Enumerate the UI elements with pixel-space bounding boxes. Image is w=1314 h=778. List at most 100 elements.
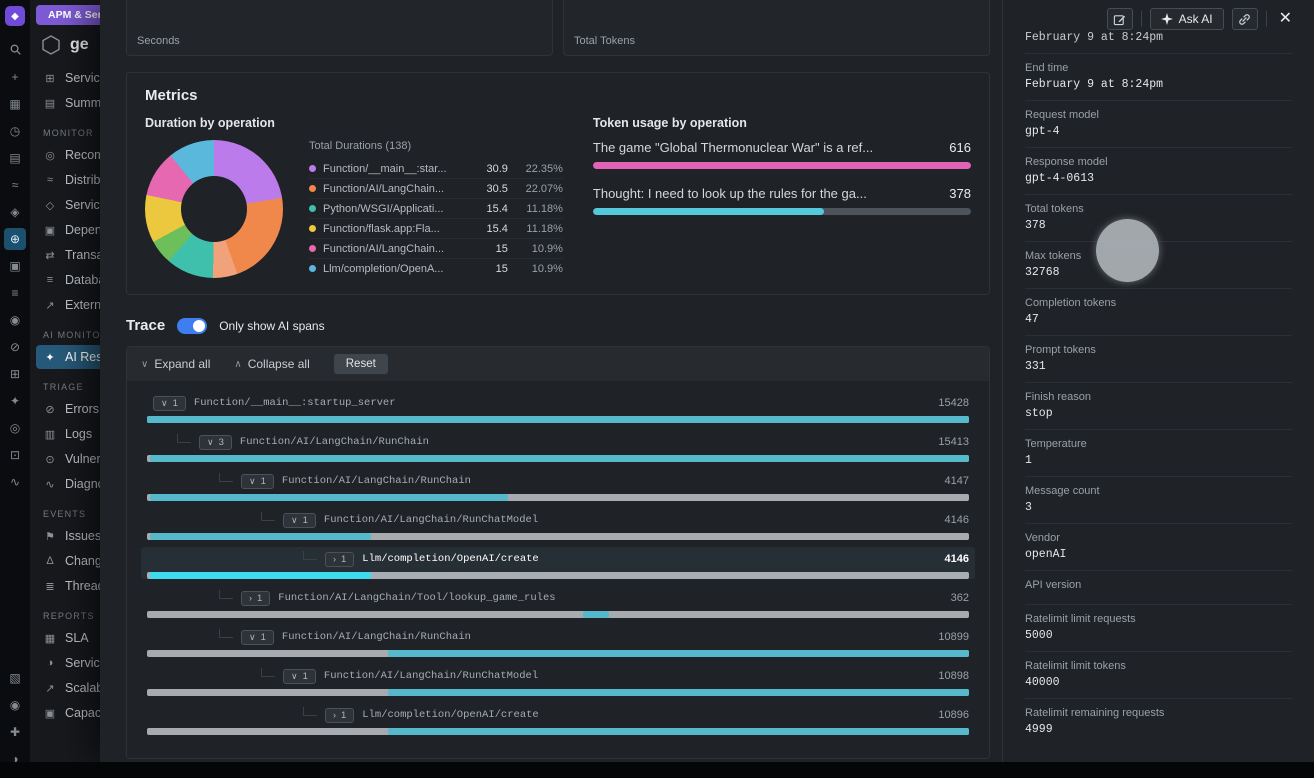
span-timeline <box>147 650 969 657</box>
apps-grid-icon[interactable]: ▦ <box>4 93 26 115</box>
trace-title: Trace <box>126 317 165 334</box>
sidebar-item-label: Logs <box>65 427 92 441</box>
legend-percent: 22.35% <box>515 163 563 175</box>
token-usage-bar-fill <box>593 162 971 169</box>
sidebar-item-label: Thread <box>65 579 105 593</box>
sidebar-item-label: SLA <box>65 631 89 645</box>
chevron-icon: ∨ <box>249 476 256 487</box>
ask-ai-button[interactable]: Ask AI <box>1150 8 1224 30</box>
legend-percent: 10.9% <box>515 243 563 255</box>
docs-icon[interactable]: ▣ <box>4 255 26 277</box>
span-expand-chip[interactable]: › 1 <box>325 552 354 567</box>
explorer-icon[interactable]: ⊕ <box>4 228 26 250</box>
dashboards-icon[interactable]: ▤ <box>4 147 26 169</box>
alerts-icon[interactable]: ◈ <box>4 201 26 223</box>
only-ai-spans-toggle[interactable] <box>177 318 207 334</box>
add-icon[interactable]: + <box>4 66 26 88</box>
span-expand-chip[interactable]: ∨ 1 <box>241 474 274 489</box>
errors-inbox-icon: ⊘ <box>43 403 57 416</box>
token-usage-row[interactable]: Thought: I need to look up the rules for… <box>593 186 971 215</box>
trace-span-row[interactable]: ∨ 1 Function/AI/LangChain/RunChatModel 1… <box>141 664 975 696</box>
logs-icon: ▥ <box>43 428 57 441</box>
diagnostics-icon: ∿ <box>43 478 57 491</box>
detail-field-label: Max tokens <box>1025 250 1292 262</box>
detail-field-label: Temperature <box>1025 438 1292 450</box>
screen: ◆ + ▦ ◷ ▤ ≈ ◈ ⊕ ▣ ≡ ◉ <box>0 0 1314 778</box>
trace-span-row[interactable]: ∨ 1 Function/__main__:startup_server 154… <box>141 391 975 423</box>
token-usage-bar <box>593 208 971 215</box>
account-icon[interactable]: ◉ <box>4 694 26 716</box>
span-timeline <box>147 728 969 735</box>
legend-row[interactable]: Function/flask.app:Fla... 15.4 11.18% <box>309 219 563 239</box>
trace-toolbar: ∨ Expand all ∧ Collapse all Reset <box>127 347 989 381</box>
traces-icon[interactable]: ≈ <box>4 174 26 196</box>
span-name: Function/AI/LangChain/RunChain <box>240 436 931 448</box>
app-logo[interactable]: ◆ <box>5 6 25 26</box>
feedback-icon <box>1113 13 1126 26</box>
trace-span-row[interactable]: ∨ 1 Function/AI/LangChain/RunChatModel 4… <box>141 508 975 540</box>
token-usage-row[interactable]: The game "Global Thermonuclear War" is a… <box>593 140 971 169</box>
expand-all-button[interactable]: ∨ Expand all <box>141 357 210 371</box>
span-expand-chip[interactable]: ∨ 3 <box>199 435 232 450</box>
trace-span-row[interactable]: ∨ 1 Function/AI/LangChain/RunChain 10899 <box>141 625 975 657</box>
detail-field: Message count 3 <box>1025 476 1292 523</box>
span-expand-chip[interactable]: ∨ 1 <box>241 630 274 645</box>
bottom-bar <box>0 762 1314 778</box>
detail-field-value: February 9 at 8:24pm <box>1025 78 1292 91</box>
errors-icon[interactable]: ⊘ <box>4 336 26 358</box>
legend-row[interactable]: Function/__main__:star... 30.9 22.35% <box>309 159 563 179</box>
legend-operation-name: Function/__main__:star... <box>323 163 465 175</box>
trace-span-row[interactable]: › 1 Llm/completion/OpenAI/create 10896 <box>141 703 975 735</box>
search-icon[interactable] <box>4 39 26 61</box>
span-expand-chip[interactable]: ∨ 1 <box>153 396 186 411</box>
synthetics-icon[interactable]: ∿ <box>4 471 26 493</box>
total-tokens-chart-card[interactable]: Total Tokens <box>563 0 990 56</box>
legend-row[interactable]: Function/AI/LangChain... 30.5 22.07% <box>309 179 563 199</box>
capacity-icon: ▣ <box>43 707 57 720</box>
recents-icon[interactable]: ◷ <box>4 120 26 142</box>
ai-icon[interactable]: ✦ <box>4 390 26 412</box>
trace-span-row[interactable]: ∨ 3 Function/AI/LangChain/RunChain 15413 <box>141 430 975 462</box>
layers-icon[interactable]: ▧ <box>4 667 26 689</box>
detail-field-label: Ratelimit limit tokens <box>1025 660 1292 672</box>
span-child-count: 1 <box>341 710 346 721</box>
seconds-chart-card[interactable]: Seconds <box>126 0 553 56</box>
trace-span-row[interactable]: › 1 Function/AI/LangChain/Tool/lookup_ga… <box>141 586 975 618</box>
legend-title: Total Durations (138) <box>309 140 563 152</box>
reset-button[interactable]: Reset <box>334 354 388 374</box>
detail-field-label: Finish reason <box>1025 391 1292 403</box>
legend-row[interactable]: Function/AI/LangChain... 15 10.9% <box>309 239 563 259</box>
span-expand-chip[interactable]: › 1 <box>325 708 354 723</box>
token-usage-label: The game "Global Thermonuclear War" is a… <box>593 140 887 155</box>
trace-span-row[interactable]: › 1 Llm/completion/OpenAI/create 4146 <box>141 547 975 579</box>
legend-value: 15 <box>472 243 508 255</box>
legend-row[interactable]: Python/WSGI/Applicati... 15.4 11.18% <box>309 199 563 219</box>
detail-field-label: Total tokens <box>1025 203 1292 215</box>
legend-row[interactable]: Llm/completion/OpenA... 15 10.9% <box>309 259 563 278</box>
sparkle-icon <box>1161 13 1173 25</box>
detail-field-value: 3 <box>1025 501 1292 514</box>
support-icon[interactable]: ✚ <box>4 721 26 743</box>
duration-donut-chart[interactable] <box>145 140 283 278</box>
span-expand-chip[interactable]: ∨ 1 <box>283 669 316 684</box>
copy-link-button[interactable] <box>1232 8 1258 30</box>
span-expand-chip[interactable]: ∨ 1 <box>283 513 316 528</box>
trace-span-row[interactable]: ∨ 1 Function/AI/LangChain/RunChain 4147 <box>141 469 975 501</box>
span-timeline <box>147 455 969 462</box>
close-icon[interactable]: ✕ <box>1275 11 1296 27</box>
span-name: Function/__main__:startup_server <box>194 397 931 409</box>
span-expand-chip[interactable]: › 1 <box>241 591 270 606</box>
detail-field: Response model gpt-4-0613 <box>1025 147 1292 194</box>
collapse-all-button[interactable]: ∧ Collapse all <box>234 357 309 371</box>
packages-icon[interactable]: ⊞ <box>4 363 26 385</box>
feedback-button[interactable] <box>1107 8 1133 30</box>
infrastructure-icon[interactable]: ⊡ <box>4 444 26 466</box>
metrics-icon[interactable]: ◉ <box>4 309 26 331</box>
detail-field: Max tokens 32768 <box>1025 241 1292 288</box>
legend-color-dot <box>309 205 316 212</box>
legend-operation-name: Function/AI/LangChain... <box>323 243 465 255</box>
lists-icon[interactable]: ≡ <box>4 282 26 304</box>
token-usage-title: Token usage by operation <box>593 116 971 130</box>
monitors-icon[interactable]: ◎ <box>4 417 26 439</box>
detail-field-value: stop <box>1025 407 1292 420</box>
